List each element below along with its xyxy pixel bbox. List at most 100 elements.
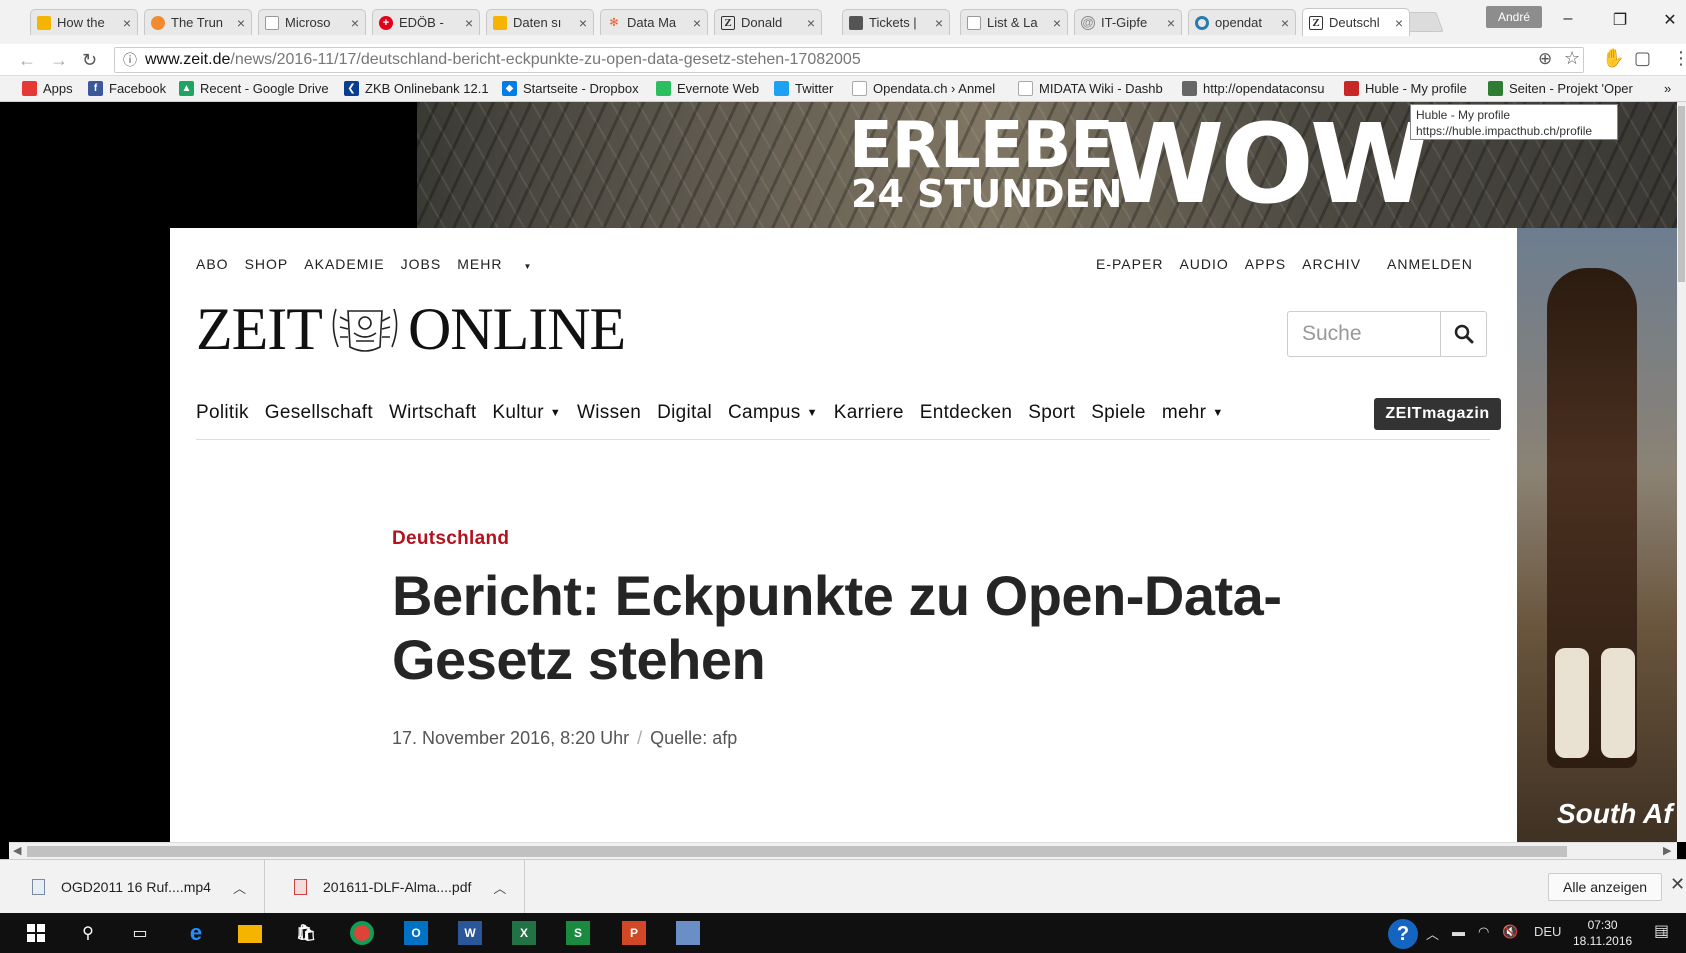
start-windows-icon[interactable] <box>24 921 48 945</box>
vertical-scrollbar[interactable] <box>1677 102 1686 842</box>
search-input[interactable] <box>1288 312 1440 356</box>
search-button[interactable] <box>1440 312 1486 356</box>
extension-icon[interactable]: ▢ <box>1634 48 1651 69</box>
nav-kultur[interactable]: Kultur ▼ <box>492 402 561 424</box>
word-icon[interactable]: W <box>458 921 482 945</box>
bookmark-evernote[interactable]: Evernote Web <box>656 81 759 96</box>
url-field[interactable]: ⓘ www.zeit.de/news/2016-11/17/deutschland… <box>114 47 1584 73</box>
tab-close-icon[interactable]: × <box>807 15 815 31</box>
chevron-up-icon[interactable]: ︿ <box>1426 924 1439 943</box>
browser-tab[interactable]: Daten sı × <box>486 9 594 35</box>
bookmark-zkb[interactable]: ❮ ZKB Onlinebank 12.1 <box>344 81 489 96</box>
powerpoint-icon[interactable]: P <box>622 921 646 945</box>
language-indicator[interactable]: DEU <box>1534 924 1561 939</box>
extension-hand-icon[interactable]: ✋ <box>1602 48 1624 69</box>
nav-karriere[interactable]: Karriere <box>834 402 904 424</box>
sway-icon[interactable]: S <box>566 921 590 945</box>
tab-close-icon[interactable]: × <box>1395 15 1403 31</box>
nav-audio[interactable]: AUDIO <box>1179 256 1228 272</box>
forward-icon[interactable]: → <box>50 50 68 71</box>
bookmark-google-drive[interactable]: ▲ Recent - Google Drive <box>179 81 329 96</box>
tab-close-icon[interactable]: × <box>579 15 587 31</box>
nav-mehr[interactable]: MEHR ▼ <box>457 256 548 272</box>
browser-tab[interactable]: Microso × <box>258 9 366 35</box>
battery-icon[interactable]: ▬ <box>1452 924 1465 939</box>
chevron-up-icon[interactable]: ︿ <box>493 878 506 897</box>
restore-icon[interactable]: ❐ <box>1600 10 1640 30</box>
tab-close-icon[interactable]: × <box>1281 15 1289 31</box>
tab-close-icon[interactable]: × <box>1053 15 1061 31</box>
tab-close-icon[interactable]: × <box>693 15 701 31</box>
tab-close-icon[interactable]: × <box>1167 15 1175 31</box>
bookmark-dropbox[interactable]: ◆ Startseite - Dropbox <box>502 81 639 96</box>
tab-close-icon[interactable]: × <box>123 15 131 31</box>
search-icon[interactable]: ⚲ <box>76 921 100 945</box>
bookmark-midata[interactable]: MIDATA Wiki - Dashb <box>1018 81 1164 96</box>
zeit-online-logo[interactable]: ZEIT ONLINE <box>196 294 626 364</box>
outlook-icon[interactable]: O <box>404 921 428 945</box>
tab-close-icon[interactable]: × <box>465 15 473 31</box>
nav-akademie[interactable]: AKADEMIE <box>304 256 384 272</box>
nav-wirtschaft[interactable]: Wirtschaft <box>389 402 476 424</box>
nav-epaper[interactable]: E-PAPER <box>1096 256 1163 272</box>
minimize-icon[interactable]: – <box>1548 10 1588 28</box>
pdf-viewer-icon[interactable] <box>676 921 700 945</box>
nav-jobs[interactable]: JOBS <box>401 256 442 272</box>
star-icon[interactable]: ☆ <box>1564 48 1580 69</box>
help-icon[interactable]: ? <box>1388 919 1418 949</box>
browser-tab[interactable]: Z Donald × <box>714 9 822 35</box>
chevron-up-icon[interactable]: ︿ <box>233 878 246 897</box>
bookmark-opendataconsulting[interactable]: http://opendataconsu <box>1182 81 1330 96</box>
nav-mehr-main[interactable]: mehr ▼ <box>1162 402 1224 424</box>
download-item[interactable]: OGD2011 16 Ruf....mp4 ︿ <box>0 860 265 914</box>
nav-digital[interactable]: Digital <box>657 402 712 424</box>
close-window-icon[interactable]: ✕ <box>1650 10 1686 30</box>
bookmark-facebook[interactable]: f Facebook <box>88 81 166 96</box>
browser-tab[interactable]: @ IT-Gipfe × <box>1074 9 1182 35</box>
nav-gesellschaft[interactable]: Gesellschaft <box>265 402 373 424</box>
show-all-downloads-button[interactable]: Alle anzeigen <box>1548 873 1663 901</box>
profile-button[interactable]: André <box>1486 6 1543 28</box>
vertical-scroll-thumb[interactable] <box>1678 106 1685 282</box>
info-icon[interactable]: ⓘ <box>123 48 137 72</box>
browser-tab[interactable]: + EDÖB - × <box>372 9 480 35</box>
notifications-icon[interactable]: ▤1 <box>1654 921 1669 941</box>
horizontal-scrollbar[interactable]: ◀ ▶ <box>9 842 1677 859</box>
nav-wissen[interactable]: Wissen <box>577 402 641 424</box>
chrome-icon[interactable] <box>350 921 374 945</box>
excel-icon[interactable]: X <box>512 921 536 945</box>
nav-abo[interactable]: ABO <box>196 256 229 272</box>
nav-shop[interactable]: SHOP <box>245 256 289 272</box>
clock[interactable]: 07:30 18.11.2016 <box>1573 917 1632 949</box>
wifi-icon[interactable]: ◠ <box>1478 924 1489 940</box>
zeitmagazin-button[interactable]: ZEITmagazin <box>1374 398 1501 430</box>
download-item[interactable]: 201611-DLF-Alma....pdf ︿ <box>262 860 526 914</box>
back-icon[interactable]: ← <box>18 50 36 71</box>
horizontal-scroll-thumb[interactable] <box>27 846 1567 857</box>
zoom-icon[interactable]: ⊕ <box>1538 49 1552 69</box>
browser-tab[interactable]: Tickets | × <box>842 9 950 35</box>
tab-close-icon[interactable]: × <box>935 15 943 31</box>
nav-politik[interactable]: Politik <box>196 402 249 424</box>
store-icon[interactable]: 🛍 <box>294 921 318 945</box>
speaker-muted-icon[interactable]: 🔇 <box>1502 924 1518 940</box>
scroll-left-icon[interactable]: ◀ <box>13 844 21 857</box>
browser-tab[interactable]: opendat × <box>1188 9 1296 35</box>
scroll-right-icon[interactable]: ▶ <box>1663 844 1671 857</box>
tab-close-icon[interactable]: × <box>351 15 359 31</box>
article-kicker[interactable]: Deutschland <box>392 528 509 550</box>
bookmark-twitter[interactable]: Twitter <box>774 81 833 96</box>
nav-entdecken[interactable]: Entdecken <box>920 402 1013 424</box>
bookmark-huble[interactable]: Huble - My profile <box>1344 81 1467 96</box>
nav-apps[interactable]: APPS <box>1245 256 1286 272</box>
login-link[interactable]: ANMELDEN <box>1387 256 1473 272</box>
close-download-bar-icon[interactable]: ✕ <box>1670 874 1685 895</box>
reload-icon[interactable]: ↻ <box>82 50 97 71</box>
browser-tab[interactable]: ✻ Data Ma × <box>600 9 708 35</box>
side-ad[interactable]: South Af <box>1517 228 1686 842</box>
menu-icon[interactable]: ⋮ <box>1672 48 1686 69</box>
bookmark-apps[interactable]: Apps <box>22 81 73 96</box>
bookmark-opendata[interactable]: Opendata.ch › Anmel <box>852 81 1002 96</box>
browser-tab-active[interactable]: Z Deutschl × <box>1302 8 1410 36</box>
tab-close-icon[interactable]: × <box>237 15 245 31</box>
